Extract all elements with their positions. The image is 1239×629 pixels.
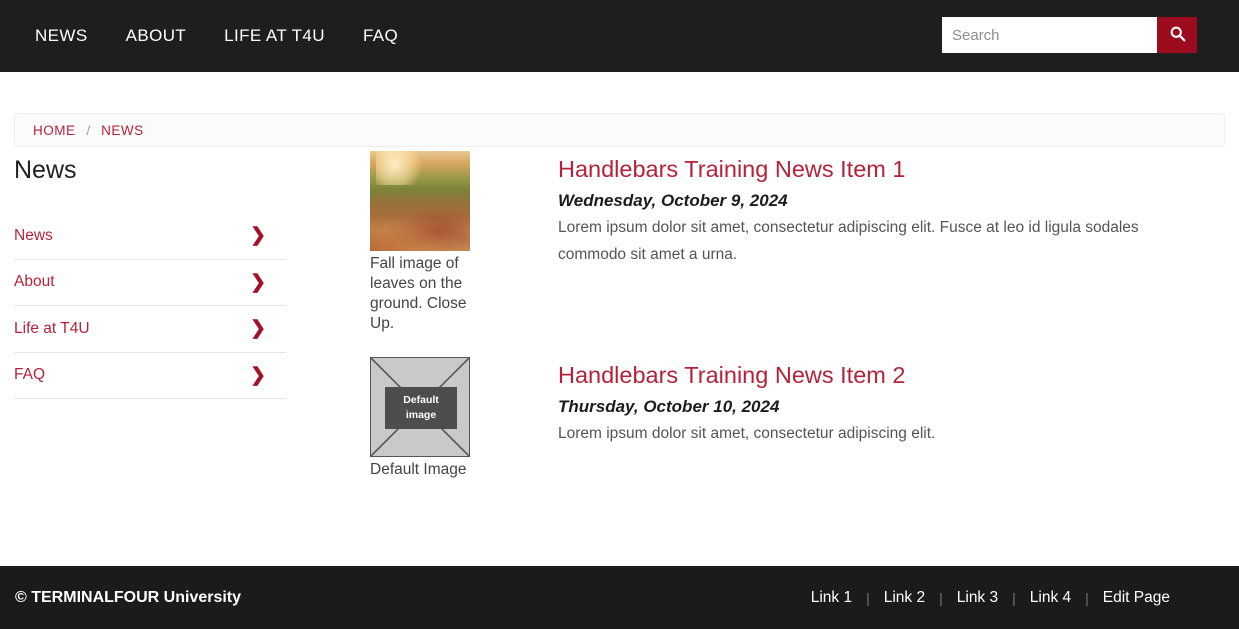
news-title-link[interactable]: Handlebars Training News Item 2: [558, 361, 1225, 389]
nav-item-life-at-t4u[interactable]: LIFE AT T4U: [205, 26, 344, 46]
sidebar-nav: News ❯ About ❯ Life at T4U ❯ FAQ ❯: [14, 213, 286, 399]
placeholder-label-line1: Default: [403, 394, 439, 407]
sidebar-item-faq[interactable]: FAQ ❯: [14, 353, 286, 399]
news-summary: Lorem ipsum dolor sit amet, consectetur …: [558, 424, 936, 442]
footer-link-2[interactable]: Link 2: [870, 589, 939, 607]
sidebar-item-label: News: [14, 226, 53, 244]
placeholder-label: Default image: [385, 386, 457, 429]
default-image-placeholder: Default image: [370, 356, 470, 457]
sidebar-item-life-at-t4u[interactable]: Life at T4U ❯: [14, 306, 286, 353]
footer-link-3[interactable]: Link 3: [943, 589, 1012, 607]
image-caption: Default Image: [370, 460, 467, 478]
chevron-right-icon: ❯: [250, 364, 266, 386]
image-caption: Fall image of leaves on the ground. Clos…: [370, 255, 467, 333]
footer-link-1[interactable]: Link 1: [797, 589, 866, 607]
news-thumbnail-wrap: Fall image of leaves on the ground. Clos…: [370, 151, 470, 335]
nav-item-news[interactable]: NEWS: [16, 26, 107, 46]
fall-leaves-image: [370, 151, 470, 251]
page-title: News: [14, 156, 77, 184]
sidebar: News News ❯ About ❯ Life at T4U ❯ FAQ ❯: [14, 147, 286, 480]
copyright-text: © TERMINALFOUR University: [15, 588, 242, 606]
sidebar-item-label: About: [14, 273, 55, 291]
chevron-right-icon: ❯: [250, 271, 266, 293]
chevron-right-icon: ❯: [250, 318, 266, 340]
breadcrumb: HOME / NEWS: [14, 113, 1225, 147]
news-item: Fall image of leaves on the ground. Clos…: [370, 151, 1225, 335]
placeholder-label-line2: image: [405, 408, 437, 421]
sidebar-item-label: Life at T4U: [14, 319, 90, 337]
site-footer: © TERMINALFOUR University Link 1 | Link …: [0, 566, 1239, 629]
footer-link-4[interactable]: Link 4: [1016, 589, 1085, 607]
news-body: Handlebars Training News Item 2 Thursday…: [558, 357, 1225, 448]
news-thumbnail-wrap: Default image Default Image: [370, 356, 470, 480]
sidebar-item-label: FAQ: [14, 366, 46, 384]
breadcrumb-item-news[interactable]: NEWS: [101, 123, 144, 138]
news-summary: Lorem ipsum dolor sit amet, consectetur …: [558, 219, 1139, 263]
sidebar-item-about[interactable]: About ❯: [14, 260, 286, 306]
news-body: Handlebars Training News Item 1 Wednesda…: [558, 151, 1225, 269]
chevron-right-icon: ❯: [250, 225, 266, 247]
search-button[interactable]: [1157, 17, 1197, 53]
nav-item-about[interactable]: ABOUT: [107, 26, 206, 46]
search-bar: [942, 17, 1197, 53]
news-title-link[interactable]: Handlebars Training News Item 1: [558, 155, 1225, 183]
news-date: Wednesday, October 9, 2024: [558, 191, 788, 211]
sidebar-item-news[interactable]: News ❯: [14, 213, 286, 260]
main-nav: NEWS ABOUT LIFE AT T4U FAQ: [16, 26, 417, 46]
footer-links: Link 1 | Link 2 | Link 3 | Link 4 | Edit…: [797, 589, 1224, 607]
nav-item-faq[interactable]: FAQ: [344, 26, 417, 46]
site-header: NEWS ABOUT LIFE AT T4U FAQ: [0, 0, 1239, 72]
page-body: News News ❯ About ❯ Life at T4U ❯ FAQ ❯: [0, 147, 1239, 480]
search-icon: [1169, 25, 1186, 45]
breadcrumb-separator: /: [86, 122, 91, 138]
footer-link-edit-page[interactable]: Edit Page: [1089, 589, 1224, 607]
news-list: Fall image of leaves on the ground. Clos…: [286, 147, 1225, 480]
search-input[interactable]: [942, 17, 1157, 53]
breadcrumb-item-home[interactable]: HOME: [33, 123, 76, 138]
news-date: Thursday, October 10, 2024: [558, 396, 780, 416]
news-item: Default image Default Image Handlebars T…: [370, 356, 1225, 480]
